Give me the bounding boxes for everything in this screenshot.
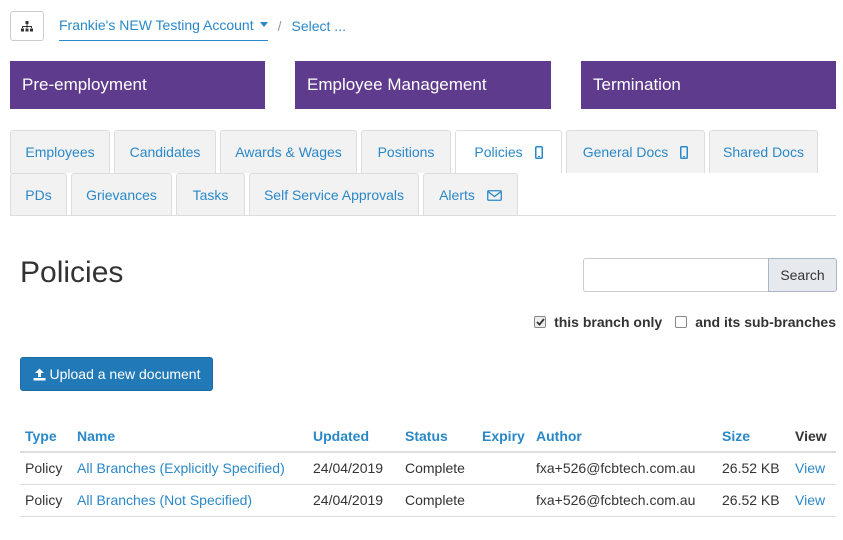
mobile-icon <box>680 145 689 159</box>
tab-label: General Docs <box>582 144 669 160</box>
upload-document-button[interactable]: Upload a new document <box>20 357 213 391</box>
cell-size: 26.52 KB <box>717 484 790 517</box>
document-name-link[interactable]: All Branches (Explicitly Specified) <box>72 452 308 485</box>
tab-alerts[interactable]: Alerts <box>423 173 518 216</box>
cell-type: Policy <box>20 484 72 517</box>
column-status[interactable]: Status <box>400 420 477 453</box>
column-name[interactable]: Name <box>72 420 308 453</box>
tab-divider <box>10 215 836 216</box>
cell-status: Complete <box>400 484 477 517</box>
tab-label: Candidates <box>129 144 201 160</box>
sub-branches-label: and its sub-branches <box>695 314 836 330</box>
column-updated[interactable]: Updated <box>308 420 400 453</box>
cell-expiry <box>477 452 531 485</box>
cell-updated: 24/04/2019 <box>308 452 400 485</box>
sitemap-icon <box>21 20 33 31</box>
tab-label: Tasks <box>192 187 229 203</box>
tab-label: Self Service Approvals <box>263 187 405 203</box>
this-branch-only-option[interactable]: this branch only <box>534 314 662 330</box>
envelope-icon <box>486 189 502 201</box>
branch-select-link[interactable]: Select ... <box>292 18 346 34</box>
account-selector[interactable]: Frankie's NEW Testing Account <box>59 11 268 41</box>
tab-label: Policies <box>474 144 523 160</box>
cell-expiry <box>477 484 531 517</box>
upload-document-label: Upload a new document <box>49 366 201 382</box>
tab-label: Alerts <box>439 187 475 203</box>
breadcrumb-separator: / <box>277 18 282 34</box>
caret-down-icon <box>259 22 268 27</box>
upload-icon <box>33 368 46 381</box>
tab-general-docs[interactable]: General Docs <box>566 130 705 173</box>
cell-author: fxa+526@fcbtech.com.au <box>531 452 717 485</box>
cell-updated: 24/04/2019 <box>308 484 400 517</box>
column-author[interactable]: Author <box>531 420 717 453</box>
checkmark-icon <box>535 318 545 326</box>
sub-branches-checkbox[interactable] <box>675 316 688 328</box>
cell-type: Policy <box>20 452 72 485</box>
tab-row-secondary: PDs Grievances Tasks Self Service Approv… <box>10 173 522 216</box>
tab-pds[interactable]: PDs <box>10 173 67 216</box>
tab-label: Positions <box>377 144 435 160</box>
category-termination[interactable]: Termination <box>581 61 836 109</box>
policies-table: Type Name Updated Status Expiry Author S… <box>20 420 836 517</box>
column-view: View <box>790 420 836 453</box>
category-pre-employment[interactable]: Pre-employment <box>10 61 265 109</box>
page-title: Policies <box>20 256 124 289</box>
tab-row-primary: Employees Candidates Awards & Wages Posi… <box>10 130 822 173</box>
tab-tasks[interactable]: Tasks <box>176 173 245 216</box>
mobile-icon <box>534 145 543 159</box>
this-branch-only-checkbox[interactable] <box>534 316 547 328</box>
tab-positions[interactable]: Positions <box>361 130 451 173</box>
this-branch-only-label: this branch only <box>554 314 663 330</box>
tab-grievances[interactable]: Grievances <box>71 173 172 216</box>
search-button[interactable]: Search <box>768 258 837 292</box>
tab-shared-docs[interactable]: Shared Docs <box>709 130 818 173</box>
tab-self-service-approvals[interactable]: Self Service Approvals <box>249 173 419 216</box>
tab-label: Awards & Wages <box>235 144 342 160</box>
tab-policies[interactable]: Policies <box>455 130 562 173</box>
tab-label: PDs <box>25 187 52 203</box>
tab-awards-wages[interactable]: Awards & Wages <box>220 130 357 173</box>
tab-candidates[interactable]: Candidates <box>114 130 216 173</box>
table-row: Policy All Branches (Not Specified) 24/0… <box>20 484 836 517</box>
branch-filters: this branch only and its sub-branches <box>534 314 836 330</box>
tab-employees[interactable]: Employees <box>10 130 110 173</box>
breadcrumb: Frankie's NEW Testing Account / Select .… <box>10 11 346 41</box>
sub-branches-option[interactable]: and its sub-branches <box>675 314 836 330</box>
column-type[interactable]: Type <box>20 420 72 453</box>
table-header-row: Type Name Updated Status Expiry Author S… <box>20 420 836 453</box>
category-employee-management[interactable]: Employee Management <box>295 61 551 109</box>
document-name-link[interactable]: All Branches (Not Specified) <box>72 484 308 517</box>
tab-label: Grievances <box>86 187 157 203</box>
column-size[interactable]: Size <box>717 420 790 453</box>
cell-size: 26.52 KB <box>717 452 790 485</box>
tab-label: Employees <box>25 144 95 160</box>
cell-author: fxa+526@fcbtech.com.au <box>531 484 717 517</box>
search-input[interactable] <box>583 258 768 292</box>
tab-label: Shared Docs <box>723 144 804 160</box>
account-name: Frankie's NEW Testing Account <box>59 16 254 33</box>
view-link[interactable]: View <box>790 452 836 485</box>
search-group: Search <box>583 258 837 292</box>
cell-status: Complete <box>400 452 477 485</box>
branch-tree-button[interactable] <box>10 11 44 41</box>
column-expiry[interactable]: Expiry <box>477 420 531 453</box>
table-row: Policy All Branches (Explicitly Specifie… <box>20 452 836 485</box>
view-link[interactable]: View <box>790 484 836 517</box>
